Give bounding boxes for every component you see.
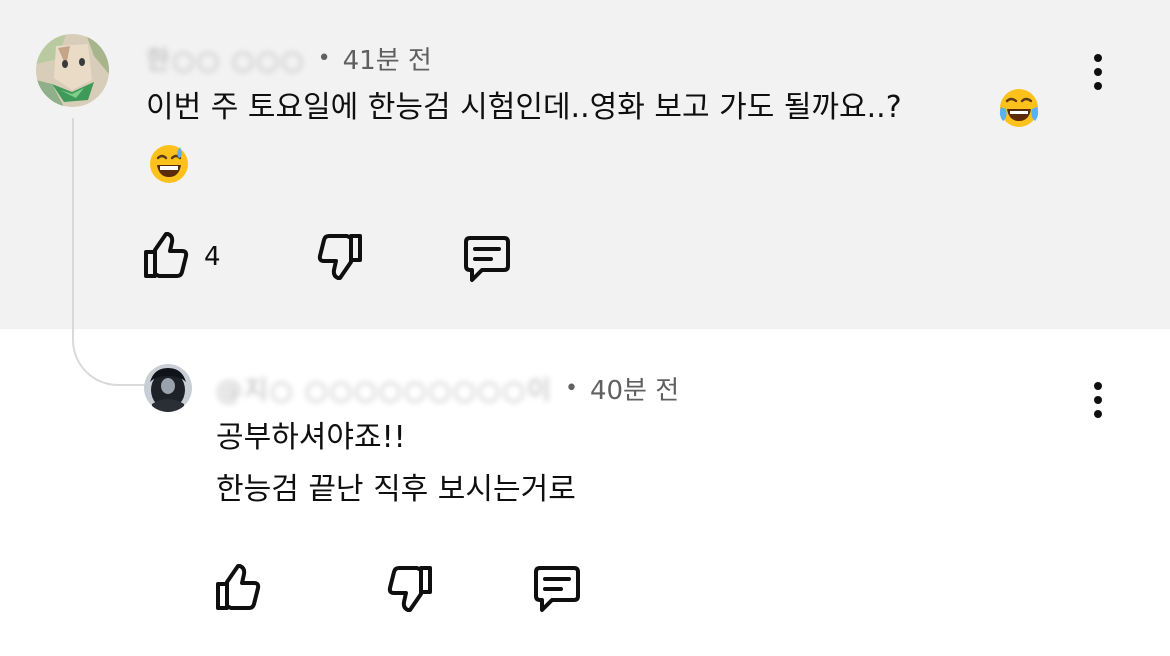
thumbs-down-icon (387, 566, 432, 612)
reply-text-line-1: 공부하셔야죠!! (216, 420, 406, 455)
more-vertical-icon (1094, 382, 1102, 390)
more-dot (1094, 396, 1102, 404)
reply-timestamp: 40분 전 (589, 376, 680, 406)
more-dot (1094, 82, 1102, 90)
reply-reply-button[interactable] (530, 562, 584, 616)
comment-like-button[interactable] (140, 228, 194, 282)
comment-text: 이번 주 토요일에 한능검 시험인데..영화 보고 가도 될까요..? (146, 90, 902, 125)
comment-author-avatar[interactable] (36, 34, 109, 107)
reply-author-name[interactable]: @지○ ○○○○○○○○○이 (216, 370, 553, 407)
comment-meta: 한○○ ○○○ • 41분 전 (146, 40, 432, 77)
reply-comment-icon (464, 236, 510, 282)
comment-author-name[interactable]: 한○○ ○○○ (146, 40, 306, 77)
reply-meta: @지○ ○○○○○○○○○이 • 40분 전 (216, 370, 679, 407)
reply-like-button[interactable] (212, 560, 266, 614)
more-dot (1094, 410, 1102, 418)
face-with-tears-of-joy-emoji (998, 87, 1040, 129)
grinning-face-with-sweat-emoji (148, 143, 190, 185)
more-vertical-icon (1094, 54, 1102, 62)
reply-author-avatar[interactable] (144, 364, 192, 412)
reply-text: 공부하셔야죠!! 한능검 끝난 직후 보시는거로 (216, 412, 1116, 516)
thumbs-down-icon (317, 234, 362, 280)
thumbs-up-icon (216, 564, 261, 610)
more-dot (1094, 68, 1102, 76)
reply-dislike-button[interactable] (382, 562, 436, 616)
reply-comment-icon (534, 566, 580, 612)
thumbs-up-icon (144, 232, 189, 278)
comment-more-options-button[interactable] (1083, 50, 1113, 94)
comment-dislike-button[interactable] (312, 230, 366, 284)
comment-reply-button[interactable] (460, 232, 514, 286)
comment-timestamp: 41분 전 (342, 46, 432, 76)
reply-more-options-button[interactable] (1083, 378, 1113, 422)
comment-like-count: 4 (204, 242, 221, 272)
reply-text-line-2: 한능검 끝난 직후 보시는거로 (216, 472, 576, 507)
meta-separator: • (564, 376, 578, 401)
meta-separator: • (317, 46, 331, 71)
